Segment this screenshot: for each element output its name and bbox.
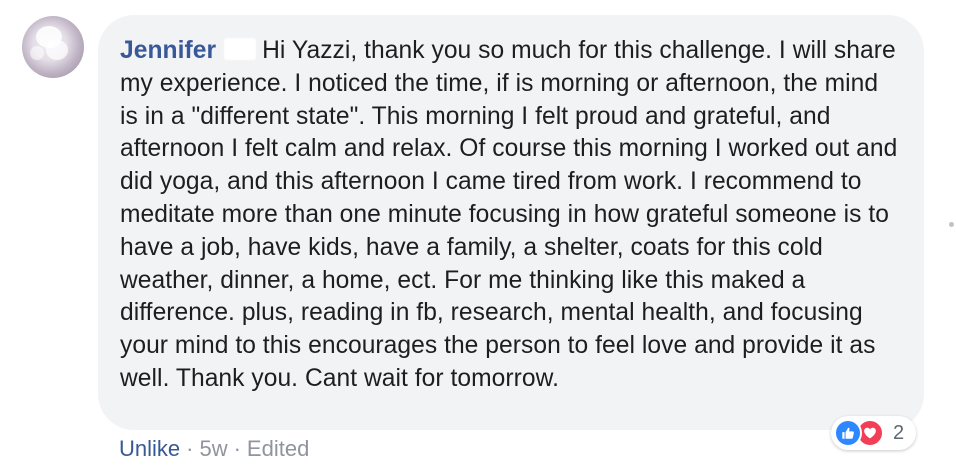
reaction-count: 2 (893, 421, 905, 444)
author-name[interactable]: Jennifer (120, 37, 216, 64)
comment-text: Hi Yazzi, thank you so much for this cha… (120, 37, 898, 392)
options-dot[interactable] (949, 222, 954, 227)
separator-dot: · (186, 436, 194, 461)
edited-label[interactable]: Edited (247, 436, 309, 461)
reactions-summary[interactable]: 2 (831, 416, 917, 450)
avatar[interactable] (22, 16, 84, 78)
separator-dot: · (233, 436, 241, 461)
like-icon (834, 419, 862, 447)
avatar-blob (46, 40, 68, 60)
comment-actions: Unlike · 5w · Edited (119, 436, 309, 462)
comment-bubble: Jennifer Hi Yazzi, thank you so much for … (98, 15, 924, 430)
comment-body: Jennifer Hi Yazzi, thank you so much for … (120, 35, 902, 396)
avatar-blob (30, 46, 44, 60)
unlike-button[interactable]: Unlike (119, 436, 180, 461)
timestamp[interactable]: 5w (199, 436, 227, 461)
redacted-name (224, 38, 257, 60)
